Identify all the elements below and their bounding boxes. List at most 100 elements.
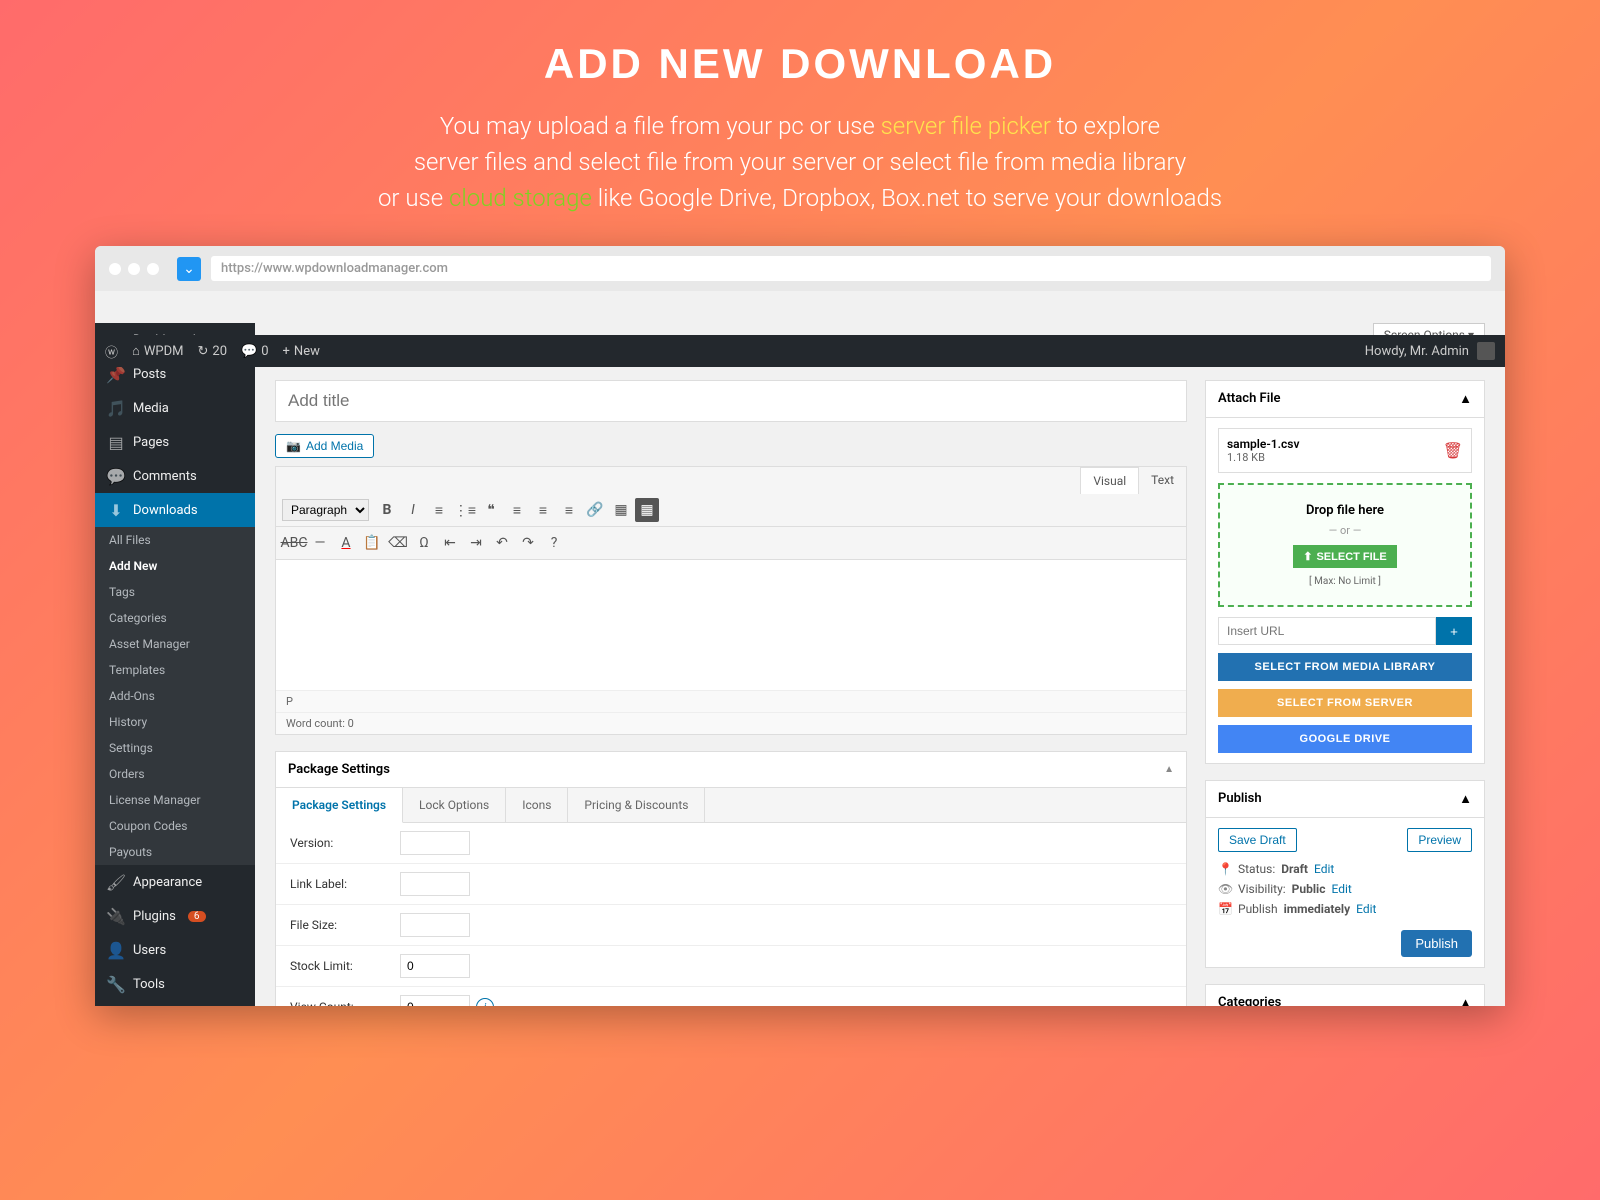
min-dot[interactable] — [128, 263, 140, 275]
trash-icon[interactable]: 🗑 — [1443, 441, 1463, 460]
select-file-button[interactable]: ⬆SELECT FILE — [1293, 545, 1397, 568]
paste-icon[interactable]: 📋 — [360, 531, 384, 555]
preview-button[interactable]: Preview — [1407, 828, 1472, 852]
sub-coupons[interactable]: Coupon Codes — [95, 813, 255, 839]
quote-icon[interactable]: ❝ — [479, 498, 503, 522]
sub-add-new[interactable]: Add New — [95, 553, 255, 579]
tab-icons[interactable]: Icons — [506, 788, 568, 822]
link-label-input[interactable] — [400, 872, 470, 896]
sidebar-item-media[interactable]: 🎵Media — [95, 391, 255, 425]
italic-icon[interactable]: I — [401, 498, 425, 522]
editor-body[interactable] — [276, 560, 1186, 690]
file-size-input[interactable] — [400, 913, 470, 937]
more-icon[interactable]: ▦ — [609, 498, 633, 522]
bullet-list-icon[interactable]: ≡ — [427, 498, 451, 522]
site-link[interactable]: ⌂ WPDM — [132, 343, 183, 359]
sub-all-files[interactable]: All Files — [95, 527, 255, 553]
link-icon[interactable]: 🔗 — [583, 498, 607, 522]
redo-icon[interactable]: ↷ — [516, 531, 540, 555]
number-list-icon[interactable]: ⋮≡ — [453, 498, 477, 522]
paragraph-select[interactable]: Paragraph — [282, 499, 369, 521]
title-input[interactable] — [275, 380, 1187, 422]
publish-button[interactable]: Publish — [1401, 930, 1472, 957]
edit-status-link[interactable]: Edit — [1314, 862, 1334, 876]
view-count-input[interactable] — [400, 995, 470, 1006]
browser-titlebar: ⌄ https://www.wpdownloadmanager.com — [95, 246, 1505, 291]
sub-addons[interactable]: Add-Ons — [95, 683, 255, 709]
sub-payouts[interactable]: Payouts — [95, 839, 255, 865]
bold-icon[interactable]: B — [375, 498, 399, 522]
howdy-text[interactable]: Howdy, Mr. Admin — [1365, 344, 1469, 359]
indent-icon[interactable]: ⇥ — [464, 531, 488, 555]
sidebar-item-tools[interactable]: 🔧Tools — [95, 967, 255, 1001]
stock-limit-input[interactable] — [400, 954, 470, 978]
sub-templates[interactable]: Templates — [95, 657, 255, 683]
new-link[interactable]: + New — [283, 344, 320, 359]
select-server-button[interactable]: SELECT FROM SERVER — [1218, 689, 1472, 717]
sub-tags[interactable]: Tags — [95, 579, 255, 605]
panel-toggle-icon[interactable]: ▲ — [1164, 764, 1174, 775]
align-right-icon[interactable]: ≡ — [557, 498, 581, 522]
tab-text[interactable]: Text — [1139, 467, 1186, 494]
insert-url-input[interactable] — [1218, 617, 1436, 645]
close-dot[interactable] — [109, 263, 121, 275]
clear-icon[interactable]: ⌫ — [386, 531, 410, 555]
strike-icon[interactable]: ABC — [282, 531, 306, 555]
sidebar-item-plugins[interactable]: 🔌Plugins6 — [95, 899, 255, 933]
hero-title: ADD NEW DOWNLOAD — [100, 40, 1500, 88]
brush-icon: 🖌 — [107, 873, 125, 891]
sub-orders[interactable]: Orders — [95, 761, 255, 787]
max-dot[interactable] — [147, 263, 159, 275]
plugin-icon: 🔌 — [107, 907, 125, 925]
url-bar[interactable]: https://www.wpdownloadmanager.com — [211, 256, 1491, 281]
sub-settings[interactable]: Settings — [95, 735, 255, 761]
camera-icon: 📷 — [286, 439, 301, 453]
panel-toggle-icon[interactable]: ▲ — [1459, 791, 1472, 807]
editor-toolbar-1: Paragraph B I ≡ ⋮≡ ❝ ≡ ≡ ≡ 🔗 ▦ ▦ — [276, 494, 1186, 527]
sidebar-item-comments[interactable]: 💬Comments — [95, 459, 255, 493]
save-draft-button[interactable]: Save Draft — [1218, 828, 1297, 852]
sidebar-item-downloads[interactable]: ⬇Downloads — [95, 493, 255, 527]
add-media-button[interactable]: 📷Add Media — [275, 434, 374, 458]
comments-link[interactable]: 💬 0 — [241, 344, 269, 359]
dropzone[interactable]: Drop file here — or — ⬆SELECT FILE [ Max… — [1218, 483, 1472, 607]
avatar[interactable] — [1477, 342, 1495, 360]
eye-icon: 👁 — [1218, 882, 1232, 896]
sidebar-item-users[interactable]: 👤Users — [95, 933, 255, 967]
sidebar-item-settings[interactable]: ⚙Settings — [95, 1001, 255, 1006]
sub-asset-manager[interactable]: Asset Manager — [95, 631, 255, 657]
textcolor-icon[interactable]: A — [334, 531, 358, 555]
align-center-icon[interactable]: ≡ — [531, 498, 555, 522]
version-input[interactable] — [400, 831, 470, 855]
publish-panel: Publish▲ Save Draft Preview 📍Status: Dra… — [1205, 780, 1485, 968]
hr-icon[interactable]: — — [308, 531, 332, 555]
outdent-icon[interactable]: ⇤ — [438, 531, 462, 555]
special-char-icon[interactable]: Ω — [412, 531, 436, 555]
package-settings-panel: Package Settings▲ Package Settings Lock … — [275, 751, 1187, 1006]
add-url-button[interactable]: + — [1436, 617, 1472, 645]
select-media-button[interactable]: SELECT FROM MEDIA LIBRARY — [1218, 653, 1472, 681]
edit-schedule-link[interactable]: Edit — [1356, 902, 1376, 916]
panel-toggle-icon[interactable]: ▲ — [1459, 391, 1472, 407]
google-drive-button[interactable]: GOOGLE DRIVE — [1218, 725, 1472, 753]
tab-pricing[interactable]: Pricing & Discounts — [568, 788, 705, 822]
sub-categories[interactable]: Categories — [95, 605, 255, 631]
updates-link[interactable]: ↻ 20 — [198, 344, 228, 359]
align-left-icon[interactable]: ≡ — [505, 498, 529, 522]
toolbar-toggle-icon[interactable]: ▦ — [635, 498, 659, 522]
wp-logo-icon[interactable]: ⓦ — [105, 342, 118, 361]
sub-history[interactable]: History — [95, 709, 255, 735]
hero-desc: You may upload a file from your pc or us… — [100, 108, 1500, 216]
help-icon[interactable]: ? — [542, 531, 566, 555]
tab-lock-options[interactable]: Lock Options — [403, 788, 506, 822]
sidebar-item-appearance[interactable]: 🖌Appearance — [95, 865, 255, 899]
undo-icon[interactable]: ↶ — [490, 531, 514, 555]
info-icon[interactable]: i — [476, 998, 494, 1006]
edit-visibility-link[interactable]: Edit — [1331, 882, 1351, 896]
traffic-lights — [109, 263, 159, 275]
panel-toggle-icon[interactable]: ▲ — [1459, 995, 1472, 1006]
tab-package-settings[interactable]: Package Settings — [276, 788, 403, 823]
tab-visual[interactable]: Visual — [1080, 467, 1139, 494]
sidebar-item-pages[interactable]: ▤Pages — [95, 425, 255, 459]
sub-license[interactable]: License Manager — [95, 787, 255, 813]
